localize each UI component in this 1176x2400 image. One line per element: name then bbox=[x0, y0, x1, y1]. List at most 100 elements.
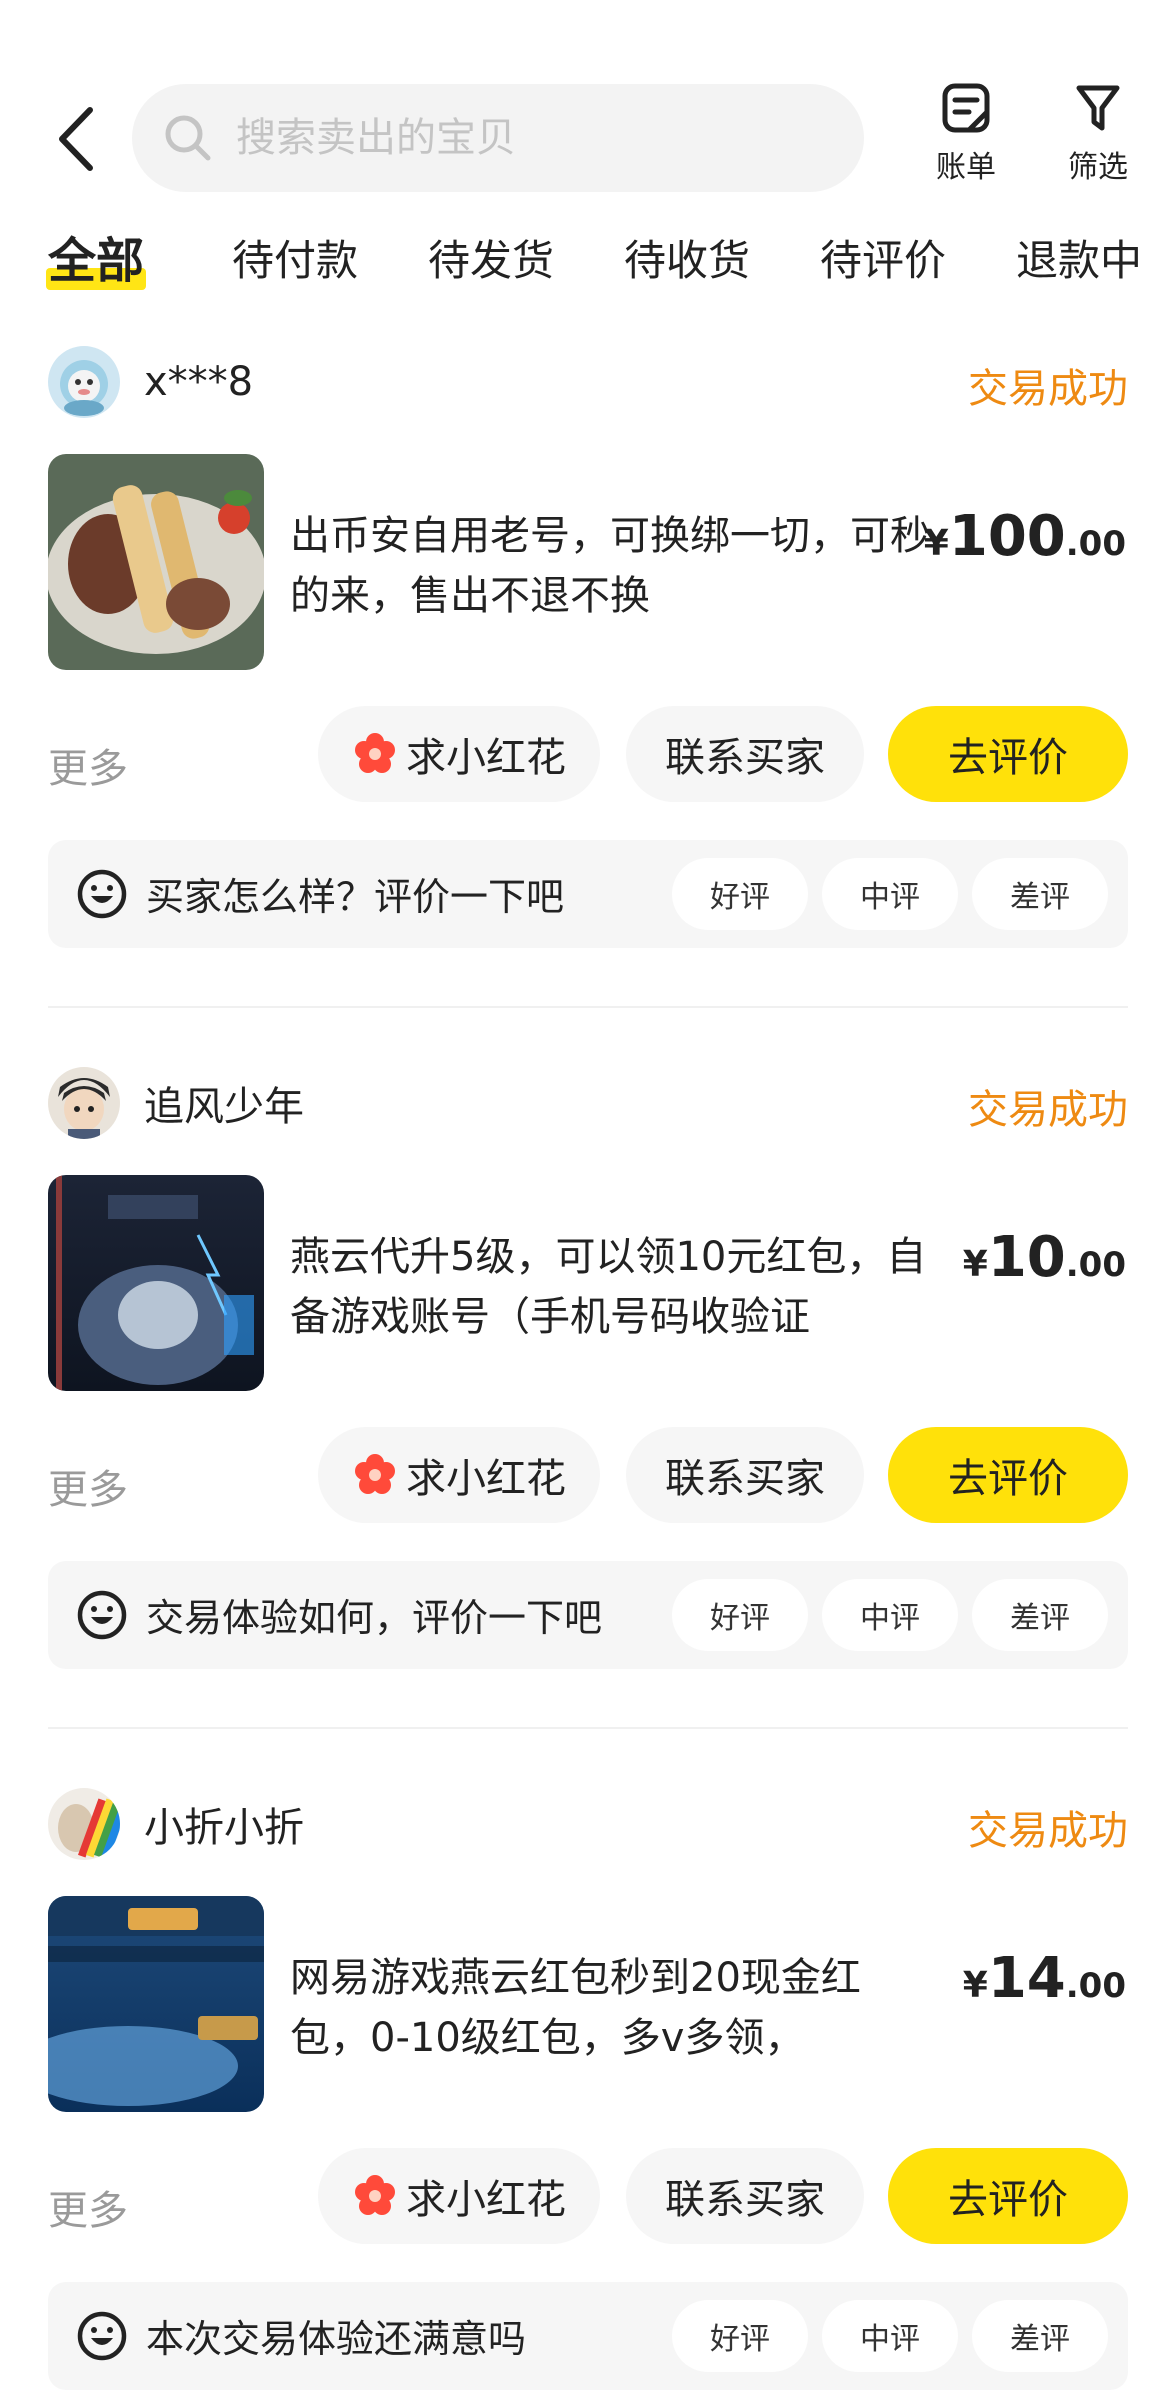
red-flower-icon bbox=[355, 2175, 395, 2215]
contact-buyer-button[interactable]: 联系买家 bbox=[626, 1427, 864, 1523]
smile-face-icon bbox=[77, 869, 127, 919]
good-rating-label: 好评 bbox=[710, 1601, 770, 1636]
product-thumbnail[interactable] bbox=[48, 1896, 264, 2112]
neutral-rating-label: 中评 bbox=[860, 1601, 920, 1636]
filter-button[interactable]: 筛选 bbox=[1048, 82, 1148, 192]
avatar bbox=[48, 346, 120, 418]
tab-label: 待付款 bbox=[232, 236, 359, 285]
buyer-info[interactable]: 小折小折 bbox=[48, 1788, 304, 1860]
price-currency: ¥ bbox=[962, 1965, 988, 2006]
write-review-button[interactable]: 去评价 bbox=[888, 1427, 1128, 1523]
tab-pending-shipment[interactable]: 待发货 bbox=[428, 226, 554, 296]
order-status: 交易成功 bbox=[968, 1808, 1128, 1854]
price-integer: 14 bbox=[987, 1946, 1066, 2011]
tab-pending-review[interactable]: 待评价 bbox=[820, 226, 946, 296]
price-integer: 10 bbox=[987, 1225, 1066, 1290]
buyer-info[interactable]: x***8 bbox=[48, 346, 253, 418]
more-button[interactable]: 更多 bbox=[48, 1457, 128, 1515]
contact-buyer-button[interactable]: 联系买家 bbox=[626, 706, 864, 802]
ask-flower-label: 求小红花 bbox=[406, 735, 566, 781]
tab-all[interactable]: 全部 bbox=[46, 226, 147, 296]
filter-icon bbox=[1076, 85, 1120, 131]
back-button[interactable] bbox=[46, 104, 106, 174]
product-title[interactable]: 出币安自用老号，可换绑一切，可秒的来，售出不退不换 bbox=[290, 506, 930, 626]
product-title[interactable]: 燕云代升5级，可以领10元红包，自备游戏账号（手机号码收验证 bbox=[290, 1227, 930, 1347]
rating-prompt: 买家怎么样？评价一下吧 bbox=[146, 875, 565, 919]
tab-label: 待评价 bbox=[820, 236, 947, 285]
bill-button[interactable]: 账单 bbox=[916, 82, 1016, 192]
neutral-rating-button[interactable]: 中评 bbox=[822, 1579, 958, 1651]
bad-rating-button[interactable]: 差评 bbox=[972, 1579, 1108, 1651]
smile-face-icon bbox=[77, 1590, 127, 1640]
write-review-button[interactable]: 去评价 bbox=[888, 2148, 1128, 2244]
product-thumbnail[interactable] bbox=[48, 454, 264, 670]
search-bar[interactable] bbox=[132, 84, 864, 192]
ask-flower-button[interactable]: 求小红花 bbox=[318, 1427, 600, 1523]
product-price: ¥100.00 bbox=[924, 504, 1126, 569]
bad-rating-button[interactable]: 差评 bbox=[972, 2300, 1108, 2372]
contact-buyer-button[interactable]: 联系买家 bbox=[626, 2148, 864, 2244]
bad-rating-label: 差评 bbox=[1010, 880, 1070, 915]
bad-rating-label: 差评 bbox=[1010, 1601, 1070, 1636]
neutral-rating-label: 中评 bbox=[860, 880, 920, 915]
ask-flower-label: 求小红花 bbox=[406, 2177, 566, 2223]
neutral-rating-button[interactable]: 中评 bbox=[822, 2300, 958, 2372]
price-integer: 100 bbox=[948, 504, 1066, 569]
good-rating-button[interactable]: 好评 bbox=[672, 2300, 808, 2372]
product-price: ¥14.00 bbox=[963, 1946, 1126, 2011]
write-review-label: 去评价 bbox=[948, 2177, 1068, 2223]
write-review-label: 去评价 bbox=[948, 1456, 1068, 1502]
product-title[interactable]: 网易游戏燕云红包秒到20现金红包，0-10级红包，多v多领， bbox=[290, 1948, 930, 2068]
contact-buyer-label: 联系买家 bbox=[665, 1456, 825, 1502]
tab-pending-receipt[interactable]: 待收货 bbox=[624, 226, 750, 296]
top-bar: 账单 筛选 bbox=[0, 80, 1176, 196]
tab-label: 待收货 bbox=[624, 236, 751, 285]
product-thumbnail[interactable] bbox=[48, 1175, 264, 1391]
order-card: 小折小折 交易成功 网易游戏燕云红包秒到20现金红包，0-10级红包，多v多领，… bbox=[0, 1788, 1176, 2400]
price-currency: ¥ bbox=[923, 523, 949, 564]
quick-rating-panel: 买家怎么样？评价一下吧 好评 中评 差评 bbox=[48, 840, 1128, 948]
write-review-label: 去评价 bbox=[948, 735, 1068, 781]
bill-label: 账单 bbox=[936, 150, 996, 185]
search-input[interactable] bbox=[236, 115, 756, 161]
status-tabs: 全部 待付款 待发货 待收货 待评价 退款中 bbox=[0, 226, 1176, 306]
avatar bbox=[48, 1788, 120, 1860]
ask-flower-label: 求小红花 bbox=[406, 1456, 566, 1502]
neutral-rating-button[interactable]: 中评 bbox=[822, 858, 958, 930]
quick-rating-panel: 本次交易体验还满意吗 好评 中评 差评 bbox=[48, 2282, 1128, 2390]
order-card: x***8 交易成功 出币安自用老号，可换绑一切，可秒的来，售出不退不换 ¥10… bbox=[0, 346, 1176, 1068]
contact-buyer-label: 联系买家 bbox=[665, 2177, 825, 2223]
price-decimal: .00 bbox=[1065, 524, 1126, 564]
tab-pending-payment[interactable]: 待付款 bbox=[232, 226, 358, 296]
good-rating-button[interactable]: 好评 bbox=[672, 1579, 808, 1651]
tab-refunding[interactable]: 退款中 bbox=[1016, 226, 1142, 296]
buyer-info[interactable]: 追风少年 bbox=[48, 1067, 304, 1139]
ask-flower-button[interactable]: 求小红花 bbox=[318, 706, 600, 802]
bad-rating-button[interactable]: 差评 bbox=[972, 858, 1108, 930]
more-button[interactable]: 更多 bbox=[48, 2178, 128, 2236]
divider bbox=[48, 1006, 1128, 1008]
more-button[interactable]: 更多 bbox=[48, 736, 128, 794]
tab-label: 全部 bbox=[48, 233, 145, 289]
neutral-rating-label: 中评 bbox=[860, 2322, 920, 2357]
ask-flower-button[interactable]: 求小红花 bbox=[318, 2148, 600, 2244]
write-review-button[interactable]: 去评价 bbox=[888, 706, 1128, 802]
price-currency: ¥ bbox=[962, 1244, 988, 1285]
avatar bbox=[48, 1067, 120, 1139]
buyer-name: 追风少年 bbox=[144, 1084, 304, 1130]
product-price: ¥10.00 bbox=[963, 1225, 1126, 1290]
back-arrow-icon bbox=[59, 107, 93, 171]
divider bbox=[48, 1727, 1128, 1729]
good-rating-button[interactable]: 好评 bbox=[672, 858, 808, 930]
order-status: 交易成功 bbox=[968, 1087, 1128, 1133]
price-decimal: .00 bbox=[1065, 1966, 1126, 2006]
buyer-name: 小折小折 bbox=[144, 1805, 304, 1851]
order-status: 交易成功 bbox=[968, 366, 1128, 412]
bill-icon bbox=[942, 83, 990, 133]
filter-label: 筛选 bbox=[1068, 150, 1128, 185]
search-icon bbox=[165, 115, 211, 161]
red-flower-icon bbox=[355, 1454, 395, 1494]
contact-buyer-label: 联系买家 bbox=[665, 735, 825, 781]
red-flower-icon bbox=[355, 733, 395, 773]
tab-label: 待发货 bbox=[428, 236, 555, 285]
